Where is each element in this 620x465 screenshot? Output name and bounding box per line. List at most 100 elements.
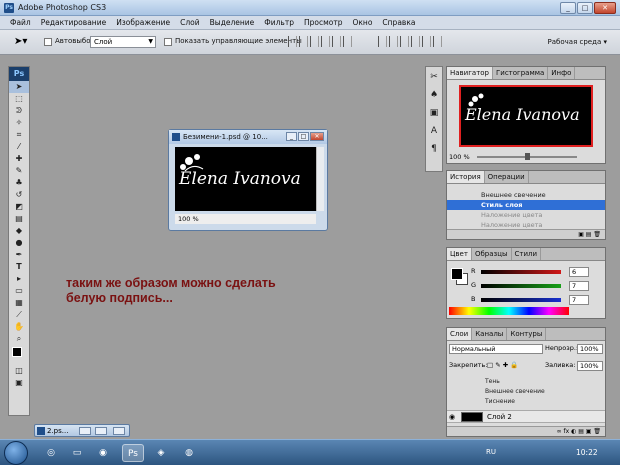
blue-channel-value[interactable]: 7 (569, 295, 589, 305)
tab-info[interactable]: Инфо (548, 67, 576, 79)
zoom-tool-icon[interactable]: ⌕ (9, 333, 29, 345)
menu-select[interactable]: Выделение (210, 18, 255, 27)
history-item[interactable]: Внешнее свечение (447, 190, 605, 200)
doc-minimize-button[interactable]: _ (286, 132, 297, 141)
mini-restore-button[interactable] (79, 427, 91, 435)
layer-name[interactable]: Слой 2 (487, 413, 512, 421)
green-channel-bar[interactable] (481, 284, 561, 288)
show-controls-checkbox[interactable] (164, 38, 172, 46)
browser-quicklaunch-icon[interactable]: ◎ (40, 444, 62, 462)
gradient-tool-icon[interactable]: ▤ (9, 213, 29, 225)
blur-tool-icon[interactable]: ◆ (9, 225, 29, 237)
taskbar-app-icon-2[interactable]: ◍ (178, 444, 200, 462)
quick-mask-icon[interactable]: ◫ (9, 365, 29, 377)
autoselect-checkbox[interactable] (44, 38, 52, 46)
screen-mode-icon[interactable]: ▣ (9, 377, 29, 389)
eyedropper-tool-icon[interactable]: ⟋ (9, 309, 29, 321)
eraser-tool-icon[interactable]: ◩ (9, 201, 29, 213)
slider-handle[interactable] (525, 153, 530, 160)
doc-maximize-button[interactable]: □ (298, 132, 309, 141)
align-right-icon[interactable] (343, 36, 352, 47)
mini-maximize-button[interactable] (95, 427, 107, 435)
path-selection-tool-icon[interactable]: ▸ (9, 273, 29, 285)
brush-tool-icon[interactable]: ✎ (9, 165, 29, 177)
navigator-thumbnail[interactable]: Elena Ivanova (459, 85, 593, 147)
distribute-top-icon[interactable] (378, 36, 387, 47)
magic-wand-tool-icon[interactable]: ✧ (9, 117, 29, 129)
paragraph-icon[interactable]: ¶ (426, 141, 442, 157)
mini-close-button[interactable] (113, 427, 125, 435)
pen-tool-icon[interactable]: ✒ (9, 249, 29, 261)
tab-navigator[interactable]: Навигатор (447, 67, 493, 79)
clone-source-icon[interactable]: ▣ (426, 105, 442, 121)
dodge-tool-icon[interactable]: ● (9, 237, 29, 249)
clock[interactable]: 10:22 (576, 448, 598, 457)
menu-view[interactable]: Просмотр (304, 18, 343, 27)
document-canvas[interactable]: Elena Ivanova (175, 147, 316, 211)
red-channel-bar[interactable] (481, 270, 561, 274)
crop-tool-icon[interactable]: ⌗ (9, 129, 29, 141)
document-title-bar[interactable]: Безимени-1.psd @ 10... _ □ ✕ (169, 130, 327, 144)
green-channel-slider[interactable]: G 7 (471, 281, 597, 293)
document-window[interactable]: Безимени-1.psd @ 10... _ □ ✕ Elena Ivano… (168, 129, 328, 231)
minimized-document[interactable]: 2.ps... (34, 424, 130, 437)
align-top-icon[interactable] (288, 36, 297, 47)
distribute-right-icon[interactable] (433, 36, 442, 47)
lock-icons[interactable]: □ ✎ ✚ 🔒 (487, 360, 518, 371)
align-bottom-icon[interactable] (310, 36, 319, 47)
menu-image[interactable]: Изображение (116, 18, 170, 27)
opacity-field[interactable]: 100% (577, 344, 603, 354)
brushes-icon[interactable]: ♠ (426, 87, 442, 103)
menu-file[interactable]: Файл (10, 18, 31, 27)
document-zoom-status[interactable]: 100 % (175, 214, 316, 224)
distribute-hcenter-icon[interactable] (422, 36, 431, 47)
shape-tool-icon[interactable]: ▭ (9, 285, 29, 297)
healing-brush-tool-icon[interactable]: ✚ (9, 153, 29, 165)
doc-close-button[interactable]: ✕ (310, 132, 324, 141)
menu-filter[interactable]: Фильтр (264, 18, 294, 27)
notes-tool-icon[interactable]: ▦ (9, 297, 29, 309)
tab-styles[interactable]: Стили (512, 248, 542, 260)
tab-paths[interactable]: Контуры (507, 328, 547, 340)
start-button[interactable] (4, 441, 28, 465)
menu-help[interactable]: Справка (382, 18, 415, 27)
align-left-icon[interactable] (321, 36, 330, 47)
document-vertical-scrollbar[interactable] (316, 147, 324, 211)
color-swatches[interactable] (9, 345, 29, 365)
blend-mode-dropdown[interactable]: Нормальный (449, 344, 543, 354)
tab-histogram[interactable]: Гистограмма (493, 67, 549, 79)
type-tool-icon[interactable]: T (9, 261, 29, 273)
clone-stamp-tool-icon[interactable]: ♣ (9, 177, 29, 189)
close-button[interactable]: ✕ (594, 2, 616, 14)
color-spectrum-bar[interactable] (449, 307, 569, 315)
effect-bevel[interactable]: Тиснение (485, 398, 515, 405)
foreground-color-swatch[interactable] (451, 268, 463, 280)
menu-window[interactable]: Окно (352, 18, 372, 27)
visibility-eye-icon[interactable]: ◉ (449, 413, 455, 421)
tab-actions[interactable]: Операции (485, 171, 529, 183)
slice-tool-icon[interactable]: ⁄ (9, 141, 29, 153)
menu-edit[interactable]: Редактирование (41, 18, 106, 27)
media-player-quicklaunch-icon[interactable]: ◉ (92, 444, 114, 462)
blue-channel-bar[interactable] (481, 298, 561, 302)
red-channel-value[interactable]: 6 (569, 267, 589, 277)
align-vcenter-icon[interactable] (299, 36, 308, 47)
navigator-zoom-value[interactable]: 100 % (449, 153, 470, 161)
move-tool-icon[interactable]: ➤ (9, 81, 29, 93)
align-hcenter-icon[interactable] (332, 36, 341, 47)
history-item-selected[interactable]: Стиль слоя (447, 200, 605, 210)
history-item[interactable]: Наложение цвета (447, 210, 605, 220)
tab-color[interactable]: Цвет (447, 248, 472, 260)
hand-tool-icon[interactable]: ✋ (9, 321, 29, 333)
taskbar-photoshop[interactable]: Ps (122, 444, 144, 462)
tab-history[interactable]: История (447, 171, 485, 183)
menu-layer[interactable]: Слой (180, 18, 200, 27)
layer-row[interactable]: ◉ Слой 2 (447, 410, 605, 423)
effect-outer-glow[interactable]: Внешнее свечение (485, 388, 545, 395)
explorer-quicklaunch-icon[interactable]: ▭ (66, 444, 88, 462)
red-channel-slider[interactable]: R 6 (471, 267, 597, 279)
distribute-vcenter-icon[interactable] (389, 36, 398, 47)
tools-preset-icon[interactable]: ✂ (426, 69, 442, 85)
taskbar-app-icon[interactable]: ◈ (150, 444, 172, 462)
foreground-color-swatch[interactable] (12, 347, 22, 357)
